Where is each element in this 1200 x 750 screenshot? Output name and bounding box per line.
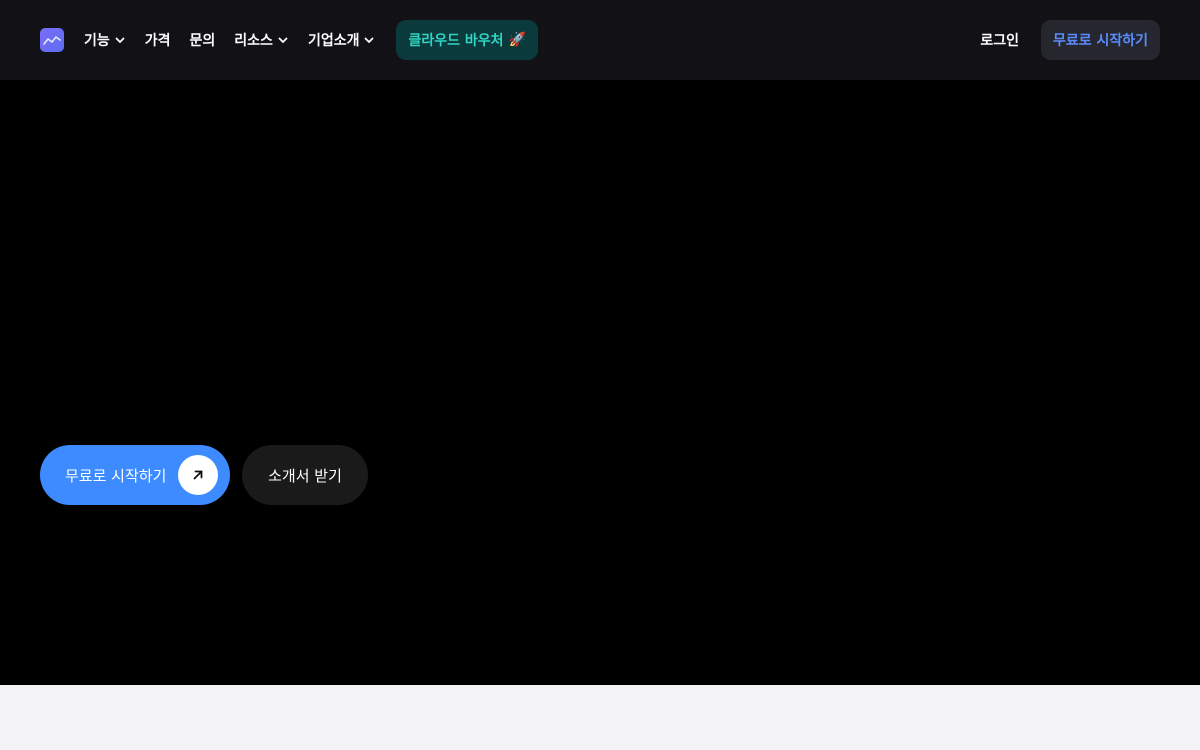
chevron-down-icon [363,34,375,46]
next-section-background [0,685,1200,750]
logo-chart-trend-icon[interactable] [40,28,64,52]
get-brochure-button[interactable]: 소개서 받기 [242,445,368,505]
top-navbar: 기능 가격 문의 리소스 기업소개 클라우드 바우처 🚀 로그인 무료로 시작하… [0,0,1200,80]
nav-item-contact[interactable]: 문의 [190,30,216,50]
cloud-voucher-button[interactable]: 클라우드 바우처 🚀 [396,20,538,60]
hero-start-free-button[interactable]: 무료로 시작하기 [40,445,230,505]
nav-item-label: 가격 [144,33,171,49]
chevron-down-icon [114,34,126,46]
arrow-up-right-icon [178,455,218,495]
nav-item-label: 문의 [189,33,216,49]
start-free-button[interactable]: 무료로 시작하기 [1040,20,1160,60]
chevron-down-icon [277,34,289,46]
cloud-voucher-label: 클라우드 바우처 [408,33,504,49]
nav-item-label: 기능 [84,33,110,49]
nav-item-label: 기업소개 [307,33,360,49]
login-link[interactable]: 로그인 [980,30,1019,50]
rocket-icon: 🚀 [508,32,526,48]
nav-item-features[interactable]: 기능 [84,30,126,50]
nav-item-resources[interactable]: 리소스 [234,30,289,50]
main-nav: 기능 가격 문의 리소스 기업소개 클라우드 바우처 🚀 [84,20,538,60]
hero-cta-group: 무료로 시작하기 소개서 받기 [40,445,368,505]
nav-item-pricing[interactable]: 가격 [145,30,171,50]
hero-section: 무료로 시작하기 소개서 받기 [0,80,1200,685]
hero-start-free-label: 무료로 시작하기 [65,466,167,485]
nav-item-label: 리소스 [234,33,273,49]
nav-item-company[interactable]: 기업소개 [308,30,376,50]
nav-actions: 로그인 무료로 시작하기 [980,20,1160,60]
